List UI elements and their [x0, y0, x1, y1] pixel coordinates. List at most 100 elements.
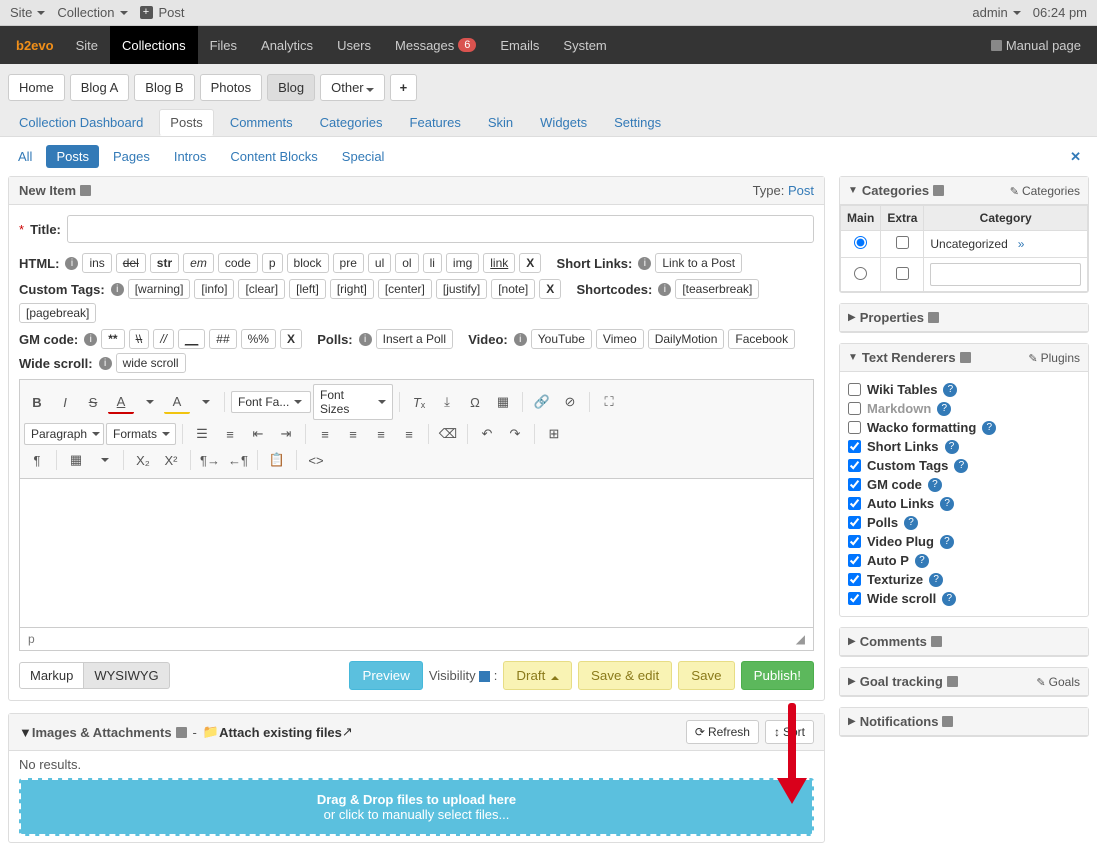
btn-link[interactable]: link [483, 253, 515, 273]
tb-formats[interactable]: Formats [106, 423, 176, 445]
tb-specialchar[interactable]: Ω [462, 390, 488, 414]
publish-button[interactable]: Publish! [741, 661, 814, 690]
category-expand[interactable]: » [1018, 237, 1025, 251]
btn-teaserbreak[interactable]: [teaserbreak] [675, 279, 759, 299]
preview-button[interactable]: Preview [349, 661, 422, 690]
help-icon[interactable]: ? [937, 402, 951, 416]
new-category-input[interactable] [930, 263, 1081, 286]
btn-clear[interactable]: [clear] [238, 279, 285, 299]
help-icon[interactable]: ? [904, 516, 918, 530]
btn-gm-close[interactable]: X [280, 329, 302, 349]
tb-template[interactable]: ⊞ [541, 422, 567, 446]
help-icon[interactable]: ? [943, 383, 957, 397]
renderer-checkbox[interactable] [848, 592, 861, 605]
tb-fontsizes[interactable]: Font Sizes [313, 384, 393, 420]
subtab-special[interactable]: Special [332, 145, 395, 168]
tb-code[interactable]: <> [303, 448, 329, 472]
tb-superscript[interactable]: X² [158, 448, 184, 472]
topbar-new-post[interactable]: +Post [140, 5, 185, 20]
topbar-collection[interactable]: Collection [57, 5, 127, 20]
blog-tab-blog[interactable]: Blog [267, 74, 315, 101]
blog-tab-photos[interactable]: Photos [200, 74, 262, 101]
tb-link[interactable]: 🔗 [529, 390, 555, 414]
btn-ct-close[interactable]: X [539, 279, 561, 299]
resize-handle[interactable]: ◢ [796, 632, 805, 646]
blog-tab-b[interactable]: Blog B [134, 74, 194, 101]
tb-textcolor-drop[interactable] [136, 390, 162, 414]
btn-widescroll[interactable]: wide scroll [116, 353, 186, 373]
blog-tab-a[interactable]: Blog A [70, 74, 130, 101]
info-icon[interactable]: i [99, 357, 112, 370]
edit-plugins-link[interactable]: Plugins [1028, 351, 1080, 365]
tb-textcolor[interactable]: A [108, 390, 134, 414]
tb-alignleft[interactable]: ≡ [312, 422, 338, 446]
editor-textarea[interactable] [19, 478, 814, 628]
main-radio[interactable] [854, 236, 867, 249]
btn-right[interactable]: [right] [330, 279, 374, 299]
tb-subscript[interactable]: X₂ [130, 448, 156, 472]
markup-toggle[interactable]: Markup [19, 662, 84, 689]
tb-redo[interactable]: ↷ [502, 422, 528, 446]
renderer-checkbox[interactable] [848, 478, 861, 491]
info-icon[interactable]: i [638, 257, 651, 270]
tb-clearformat[interactable]: Tₓ [406, 390, 432, 414]
refresh-button[interactable]: ⟳ Refresh [686, 720, 759, 744]
subtab-posts[interactable]: Posts [46, 145, 99, 168]
nav-site[interactable]: Site [64, 26, 110, 64]
btn-gm-strike[interactable]: \\ [129, 329, 150, 349]
nav-manual[interactable]: Manual page [981, 38, 1091, 53]
renderer-checkbox[interactable] [848, 383, 861, 396]
file-drop-zone[interactable]: Drag & Drop files to upload here or clic… [19, 778, 814, 836]
btn-gm-under[interactable]: __ [178, 329, 205, 349]
edit-goals-link[interactable]: Goals [1036, 675, 1080, 689]
tab-comments[interactable]: Comments [219, 109, 304, 136]
visibility-icon[interactable] [479, 671, 490, 682]
info-icon[interactable]: i [359, 333, 372, 346]
tb-paragraph[interactable]: Paragraph [24, 423, 104, 445]
nav-messages[interactable]: Messages6 [383, 26, 488, 64]
tab-settings[interactable]: Settings [603, 109, 672, 136]
nav-system[interactable]: System [551, 26, 618, 64]
btn-ins[interactable]: ins [82, 253, 111, 273]
btn-left[interactable]: [left] [289, 279, 326, 299]
tb-numlist[interactable]: ≡ [217, 422, 243, 446]
chevron-down-icon[interactable]: ▼ [848, 352, 858, 363]
btn-gm-bold[interactable]: ** [101, 329, 124, 349]
btn-gm-italic[interactable]: // [153, 329, 174, 349]
tb-para[interactable]: ¶ [24, 448, 50, 472]
tb-italic[interactable]: I [52, 390, 78, 414]
btn-li[interactable]: li [423, 253, 442, 273]
info-icon[interactable]: i [111, 283, 124, 296]
edit-categories-link[interactable]: Categories [1010, 184, 1080, 198]
btn-center[interactable]: [center] [378, 279, 432, 299]
nav-files[interactable]: Files [198, 26, 249, 64]
book-icon[interactable] [960, 352, 971, 363]
tab-features[interactable]: Features [399, 109, 472, 136]
nav-analytics[interactable]: Analytics [249, 26, 325, 64]
tab-categories[interactable]: Categories [309, 109, 394, 136]
btn-note[interactable]: [note] [491, 279, 535, 299]
btn-dailymotion[interactable]: DailyMotion [648, 329, 725, 349]
tb-strike[interactable]: S [80, 390, 106, 414]
nav-emails[interactable]: Emails [488, 26, 551, 64]
tb-indent[interactable]: ⇥ [273, 422, 299, 446]
nav-collections[interactable]: Collections [110, 26, 198, 64]
extra-checkbox[interactable] [896, 267, 909, 280]
nav-users[interactable]: Users [325, 26, 383, 64]
tb-alignright[interactable]: ≡ [368, 422, 394, 446]
tb-unlink[interactable]: ⊘ [557, 390, 583, 414]
tb-bold[interactable]: B [24, 390, 50, 414]
blog-tab-add[interactable]: + [390, 74, 418, 101]
renderer-checkbox[interactable] [848, 573, 861, 586]
renderer-checkbox[interactable] [848, 402, 861, 415]
wysiwyg-toggle[interactable]: WYSIWYG [84, 662, 169, 689]
help-icon[interactable]: ? [915, 554, 929, 568]
draft-button[interactable]: Draft [503, 661, 572, 690]
blog-tab-other[interactable]: Other [320, 74, 385, 101]
book-icon[interactable] [176, 727, 187, 738]
brand[interactable]: b2evo [6, 38, 64, 53]
btn-pagebreak[interactable]: [pagebreak] [19, 303, 96, 323]
renderer-checkbox[interactable] [848, 421, 861, 434]
chevron-down-icon[interactable]: ▼ [19, 725, 32, 740]
btn-warning[interactable]: [warning] [128, 279, 191, 299]
